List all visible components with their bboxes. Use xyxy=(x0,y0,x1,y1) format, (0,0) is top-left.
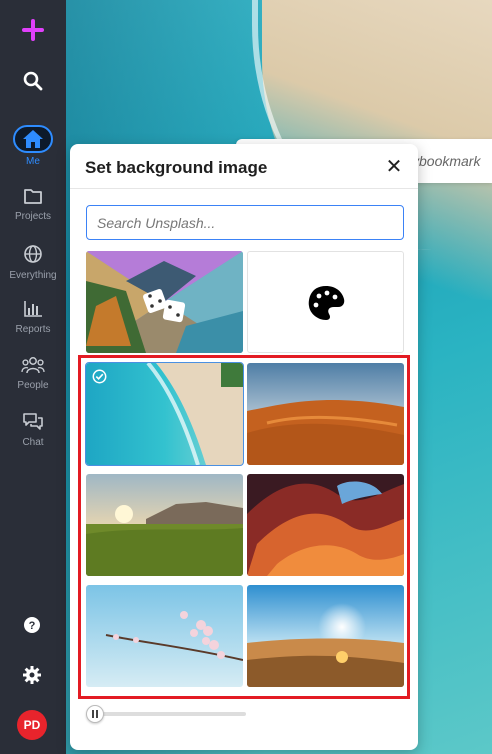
image-tile-antelope-canyon[interactable] xyxy=(247,474,404,576)
globe-icon xyxy=(24,245,42,263)
sidebar-item-label: People xyxy=(17,380,49,391)
sidebar-item-everything[interactable]: Everything xyxy=(0,244,66,281)
svg-text:?: ? xyxy=(29,620,36,632)
search-icon[interactable] xyxy=(23,71,43,96)
sidebar-item-label: Chat xyxy=(22,437,44,448)
random-image-tile[interactable] xyxy=(86,251,243,353)
background-image-modal: Set background image ✕ xyxy=(70,144,418,750)
sidebar-item-projects[interactable]: Projects xyxy=(0,188,66,222)
bar-chart-icon xyxy=(24,301,42,317)
image-tile-desert-sunburst[interactable] xyxy=(247,585,404,687)
sidebar-item-people[interactable]: People xyxy=(0,356,66,391)
chat-icon xyxy=(23,413,43,430)
image-tile-beach-aerial[interactable] xyxy=(85,362,244,466)
people-icon xyxy=(21,357,45,374)
sidebar-item-me[interactable]: Me xyxy=(12,125,54,167)
sidebar-item-label: Everything xyxy=(9,270,57,281)
home-icon xyxy=(13,125,53,153)
color-palette-tile[interactable] xyxy=(247,251,404,353)
search-input[interactable] xyxy=(86,205,404,240)
sidebar-item-label: Projects xyxy=(14,211,52,222)
avatar[interactable]: PD xyxy=(17,710,47,740)
zoom-slider-handle[interactable] xyxy=(86,705,104,723)
sidebar-item-chat[interactable]: Chat xyxy=(0,412,66,448)
check-circle-icon xyxy=(92,369,107,384)
zoom-slider-track[interactable] xyxy=(92,712,246,716)
sidebar-item-reports[interactable]: Reports xyxy=(0,300,66,335)
sidebar: Me Projects Everything Reports People Ch… xyxy=(0,0,66,754)
image-tile-cherry-blossom[interactable] xyxy=(86,585,243,687)
close-icon[interactable]: ✕ xyxy=(384,157,404,177)
sidebar-item-label: Reports xyxy=(15,324,51,335)
plus-icon[interactable] xyxy=(21,18,45,42)
image-tile-desert-dunes[interactable] xyxy=(247,363,404,465)
avatar-initials: PD xyxy=(23,718,41,732)
folder-icon xyxy=(24,189,42,204)
divider xyxy=(70,188,418,189)
gear-icon[interactable] xyxy=(21,664,43,691)
help-icon[interactable]: ? xyxy=(21,614,43,641)
modal-title: Set background image xyxy=(85,158,268,177)
palette-icon xyxy=(308,286,345,320)
bookmark-tab-label: ybookmark xyxy=(412,153,481,169)
sidebar-item-label: Me xyxy=(26,156,40,167)
image-tile-grassland-sunset[interactable] xyxy=(86,474,243,576)
